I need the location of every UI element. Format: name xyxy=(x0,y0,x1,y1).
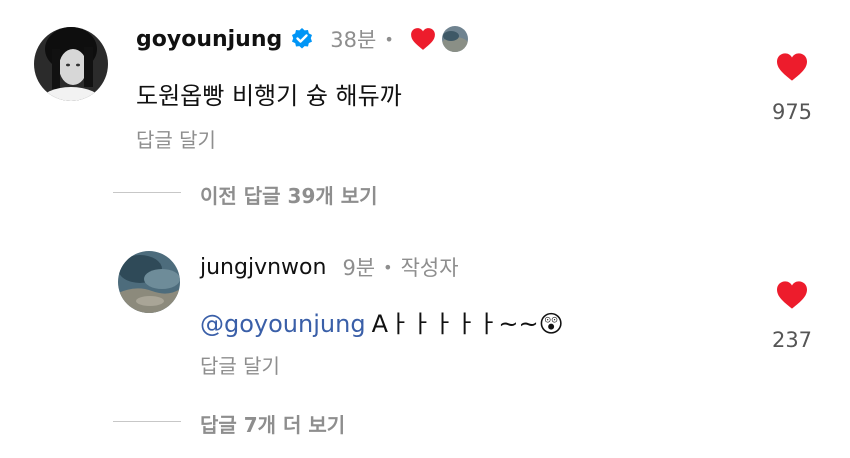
separator-dot: • xyxy=(384,29,394,49)
like-heart-icon[interactable] xyxy=(775,280,809,314)
comment-header: jungjvnwon 9분 • 작성자 xyxy=(200,252,459,282)
comment-header: goyounjung 38분 • xyxy=(136,24,468,54)
avatar-jungjvnwon[interactable] xyxy=(118,251,180,313)
username[interactable]: goyounjung xyxy=(136,27,282,52)
like-count: 237 xyxy=(771,328,813,352)
verified-badge-icon xyxy=(290,27,314,51)
timestamp: 38분 xyxy=(330,28,377,52)
creator-avatar xyxy=(441,26,468,52)
separator-dot: • xyxy=(383,257,393,277)
like-control: 237 xyxy=(762,280,822,352)
reply-button[interactable]: 답글 달기 xyxy=(200,350,280,379)
comment-text: 도원옵빵 비행기 슝 해듀까 xyxy=(136,82,402,110)
mention-link[interactable]: @goyounjung xyxy=(200,310,366,338)
avatar-goyounjung[interactable] xyxy=(34,27,108,101)
thread-divider xyxy=(113,421,181,422)
comment-body: Aㅏㅏㅏㅏㅏ~~ xyxy=(371,310,539,338)
thread-divider xyxy=(113,192,181,193)
view-previous-replies-button[interactable]: 이전 답글 39개 보기 xyxy=(200,180,378,209)
author-badge: 작성자 xyxy=(400,256,459,280)
like-control: 975 xyxy=(762,52,822,124)
username[interactable]: jungjvnwon xyxy=(200,255,326,280)
reply-button[interactable]: 답글 달기 xyxy=(136,124,216,153)
like-count: 975 xyxy=(771,100,813,124)
astonished-emoji-icon: 😲 xyxy=(538,310,564,338)
creator-heart-icon xyxy=(410,27,436,51)
view-more-replies-button[interactable]: 답글 7개 더 보기 xyxy=(200,409,345,438)
timestamp: 9분 xyxy=(342,256,376,280)
like-heart-icon[interactable] xyxy=(775,52,809,86)
comment-text: @goyounjung Aㅏㅏㅏㅏㅏ~~😲 xyxy=(200,304,564,339)
